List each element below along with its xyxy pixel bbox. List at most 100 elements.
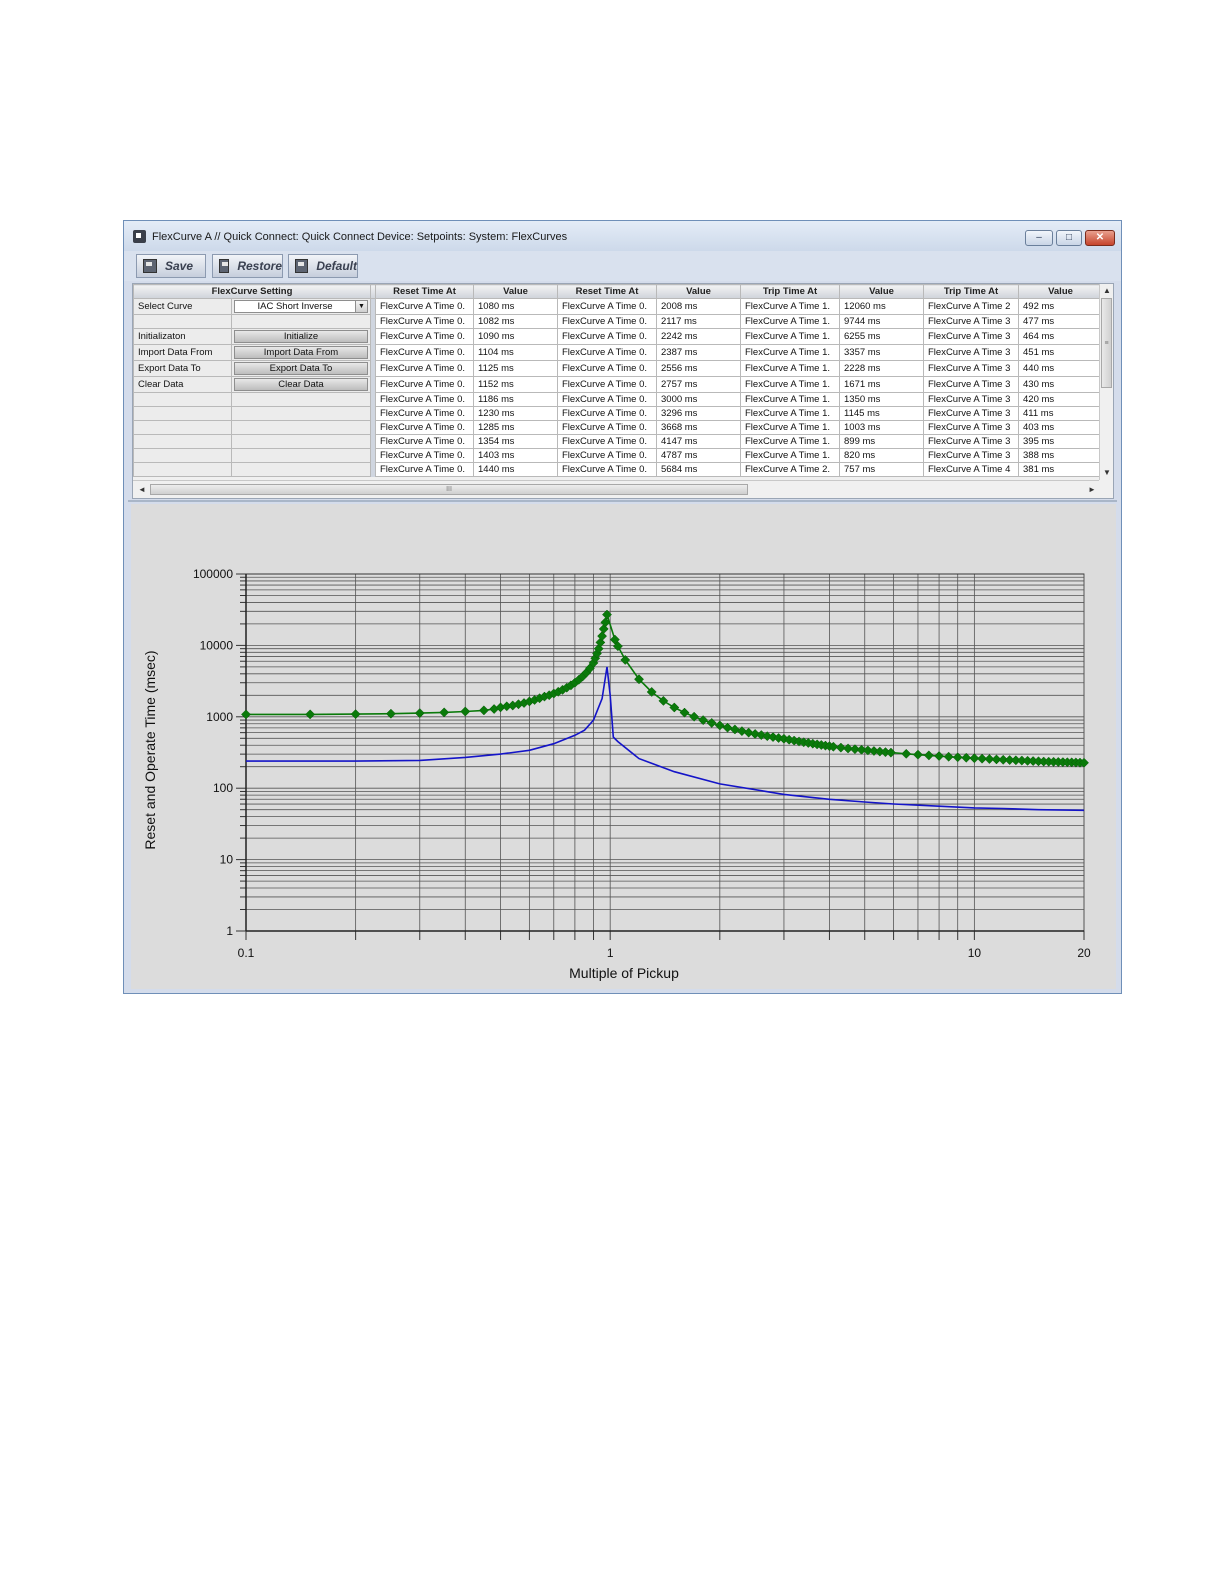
time-label-cell[interactable]: FlexCurve A Time 3 <box>923 376 1019 393</box>
initialize-button[interactable]: Initialize <box>234 330 368 343</box>
time-label-cell[interactable]: FlexCurve A Time 0. <box>375 328 474 345</box>
column-header[interactable]: Trip Time At <box>740 284 840 299</box>
minimize-button[interactable]: – <box>1025 230 1053 246</box>
value-cell[interactable]: 440 ms <box>1018 360 1103 377</box>
value-cell[interactable]: 899 ms <box>839 434 924 449</box>
value-cell[interactable]: 757 ms <box>839 462 924 477</box>
time-label-cell[interactable]: FlexCurve A Time 0. <box>557 298 657 315</box>
value-cell[interactable]: 1145 ms <box>839 406 924 421</box>
value-cell[interactable]: 2556 ms <box>656 360 741 377</box>
time-label-cell[interactable]: FlexCurve A Time 0. <box>375 314 474 329</box>
value-cell[interactable]: 820 ms <box>839 448 924 463</box>
select-curve-dropdown[interactable]: IAC Short Inverse ▼ <box>234 300 368 313</box>
time-label-cell[interactable]: FlexCurve A Time 0. <box>375 420 474 435</box>
time-label-cell[interactable]: FlexCurve A Time 3 <box>923 448 1019 463</box>
value-cell[interactable]: 430 ms <box>1018 376 1103 393</box>
value-cell[interactable]: 2757 ms <box>656 376 741 393</box>
time-label-cell[interactable]: FlexCurve A Time 3 <box>923 434 1019 449</box>
value-cell[interactable]: 2387 ms <box>656 344 741 361</box>
time-label-cell[interactable]: FlexCurve A Time 0. <box>375 434 474 449</box>
save-button[interactable]: Save <box>136 254 206 278</box>
value-cell[interactable]: 451 ms <box>1018 344 1103 361</box>
time-label-cell[interactable]: FlexCurve A Time 1. <box>740 376 840 393</box>
time-label-cell[interactable]: FlexCurve A Time 0. <box>375 376 474 393</box>
time-label-cell[interactable]: FlexCurve A Time 3 <box>923 314 1019 329</box>
maximize-button[interactable]: □ <box>1056 230 1082 246</box>
value-cell[interactable]: 1082 ms <box>473 314 558 329</box>
export-data-button[interactable]: Export Data To <box>234 362 368 375</box>
value-cell[interactable]: 1090 ms <box>473 328 558 345</box>
time-label-cell[interactable]: FlexCurve A Time 0. <box>557 376 657 393</box>
time-label-cell[interactable]: FlexCurve A Time 1. <box>740 298 840 315</box>
time-label-cell[interactable]: FlexCurve A Time 0. <box>375 360 474 377</box>
time-label-cell[interactable]: FlexCurve A Time 1. <box>740 344 840 361</box>
time-label-cell[interactable]: FlexCurve A Time 3 <box>923 328 1019 345</box>
value-cell[interactable]: 6255 ms <box>839 328 924 345</box>
value-cell[interactable]: 1186 ms <box>473 392 558 407</box>
time-label-cell[interactable]: FlexCurve A Time 1. <box>740 434 840 449</box>
value-cell[interactable]: 388 ms <box>1018 448 1103 463</box>
close-button[interactable]: ✕ <box>1085 230 1115 246</box>
pane-splitter[interactable] <box>128 500 1117 502</box>
vertical-scrollbar[interactable]: ▲ ≡ ▼ <box>1099 284 1113 480</box>
value-cell[interactable]: 1104 ms <box>473 344 558 361</box>
time-label-cell[interactable]: FlexCurve A Time 0. <box>557 344 657 361</box>
scroll-left-icon[interactable]: ◄ <box>135 481 149 498</box>
time-label-cell[interactable]: FlexCurve A Time 0. <box>557 328 657 345</box>
value-cell[interactable]: 4147 ms <box>656 434 741 449</box>
value-cell[interactable]: 1350 ms <box>839 392 924 407</box>
value-cell[interactable]: 2117 ms <box>656 314 741 329</box>
column-header[interactable]: Value <box>656 284 741 299</box>
column-header[interactable]: Reset Time At <box>557 284 657 299</box>
time-label-cell[interactable]: FlexCurve A Time 0. <box>375 344 474 361</box>
scroll-right-icon[interactable]: ► <box>1085 481 1099 498</box>
value-cell[interactable]: 2008 ms <box>656 298 741 315</box>
value-cell[interactable]: 1230 ms <box>473 406 558 421</box>
horizontal-scrollbar[interactable]: ◄ III ► <box>133 480 1099 498</box>
value-cell[interactable]: 12060 ms <box>839 298 924 315</box>
value-cell[interactable]: 464 ms <box>1018 328 1103 345</box>
value-cell[interactable]: 5684 ms <box>656 462 741 477</box>
value-cell[interactable]: 2228 ms <box>839 360 924 377</box>
time-label-cell[interactable]: FlexCurve A Time 3 <box>923 406 1019 421</box>
time-label-cell[interactable]: FlexCurve A Time 1. <box>740 392 840 407</box>
time-label-cell[interactable]: FlexCurve A Time 0. <box>557 406 657 421</box>
clear-data-button[interactable]: Clear Data <box>234 378 368 391</box>
time-label-cell[interactable]: FlexCurve A Time 0. <box>375 298 474 315</box>
value-cell[interactable]: 420 ms <box>1018 392 1103 407</box>
time-label-cell[interactable]: FlexCurve A Time 0. <box>375 392 474 407</box>
value-cell[interactable]: 1285 ms <box>473 420 558 435</box>
time-label-cell[interactable]: FlexCurve A Time 1. <box>740 360 840 377</box>
time-label-cell[interactable]: FlexCurve A Time 1. <box>740 420 840 435</box>
value-cell[interactable]: 3296 ms <box>656 406 741 421</box>
value-cell[interactable]: 411 ms <box>1018 406 1103 421</box>
time-label-cell[interactable]: FlexCurve A Time 4 <box>923 462 1019 477</box>
time-label-cell[interactable]: FlexCurve A Time 3 <box>923 420 1019 435</box>
value-cell[interactable]: 1152 ms <box>473 376 558 393</box>
vertical-scroll-thumb[interactable]: ≡ <box>1101 298 1112 388</box>
time-label-cell[interactable]: FlexCurve A Time 3 <box>923 392 1019 407</box>
time-label-cell[interactable]: FlexCurve A Time 3 <box>923 344 1019 361</box>
time-label-cell[interactable]: FlexCurve A Time 3 <box>923 360 1019 377</box>
value-cell[interactable]: 1080 ms <box>473 298 558 315</box>
time-label-cell[interactable]: FlexCurve A Time 1. <box>740 406 840 421</box>
time-label-cell[interactable]: FlexCurve A Time 0. <box>557 462 657 477</box>
time-label-cell[interactable]: FlexCurve A Time 0. <box>375 448 474 463</box>
value-cell[interactable]: 1671 ms <box>839 376 924 393</box>
value-cell[interactable]: 395 ms <box>1018 434 1103 449</box>
value-cell[interactable]: 381 ms <box>1018 462 1103 477</box>
time-label-cell[interactable]: FlexCurve A Time 1. <box>740 314 840 329</box>
scroll-up-icon[interactable]: ▲ <box>1100 284 1113 298</box>
time-label-cell[interactable]: FlexCurve A Time 0. <box>375 406 474 421</box>
value-cell[interactable]: 1403 ms <box>473 448 558 463</box>
time-label-cell[interactable]: FlexCurve A Time 1. <box>740 328 840 345</box>
column-header[interactable]: Reset Time At <box>375 284 474 299</box>
value-cell[interactable]: 2242 ms <box>656 328 741 345</box>
value-cell[interactable]: 1440 ms <box>473 462 558 477</box>
time-label-cell[interactable]: FlexCurve A Time 2. <box>740 462 840 477</box>
time-label-cell[interactable]: FlexCurve A Time 1. <box>740 448 840 463</box>
restore-button[interactable]: Restore <box>212 254 283 278</box>
time-label-cell[interactable]: FlexCurve A Time 0. <box>557 434 657 449</box>
value-cell[interactable]: 477 ms <box>1018 314 1103 329</box>
value-cell[interactable]: 1354 ms <box>473 434 558 449</box>
